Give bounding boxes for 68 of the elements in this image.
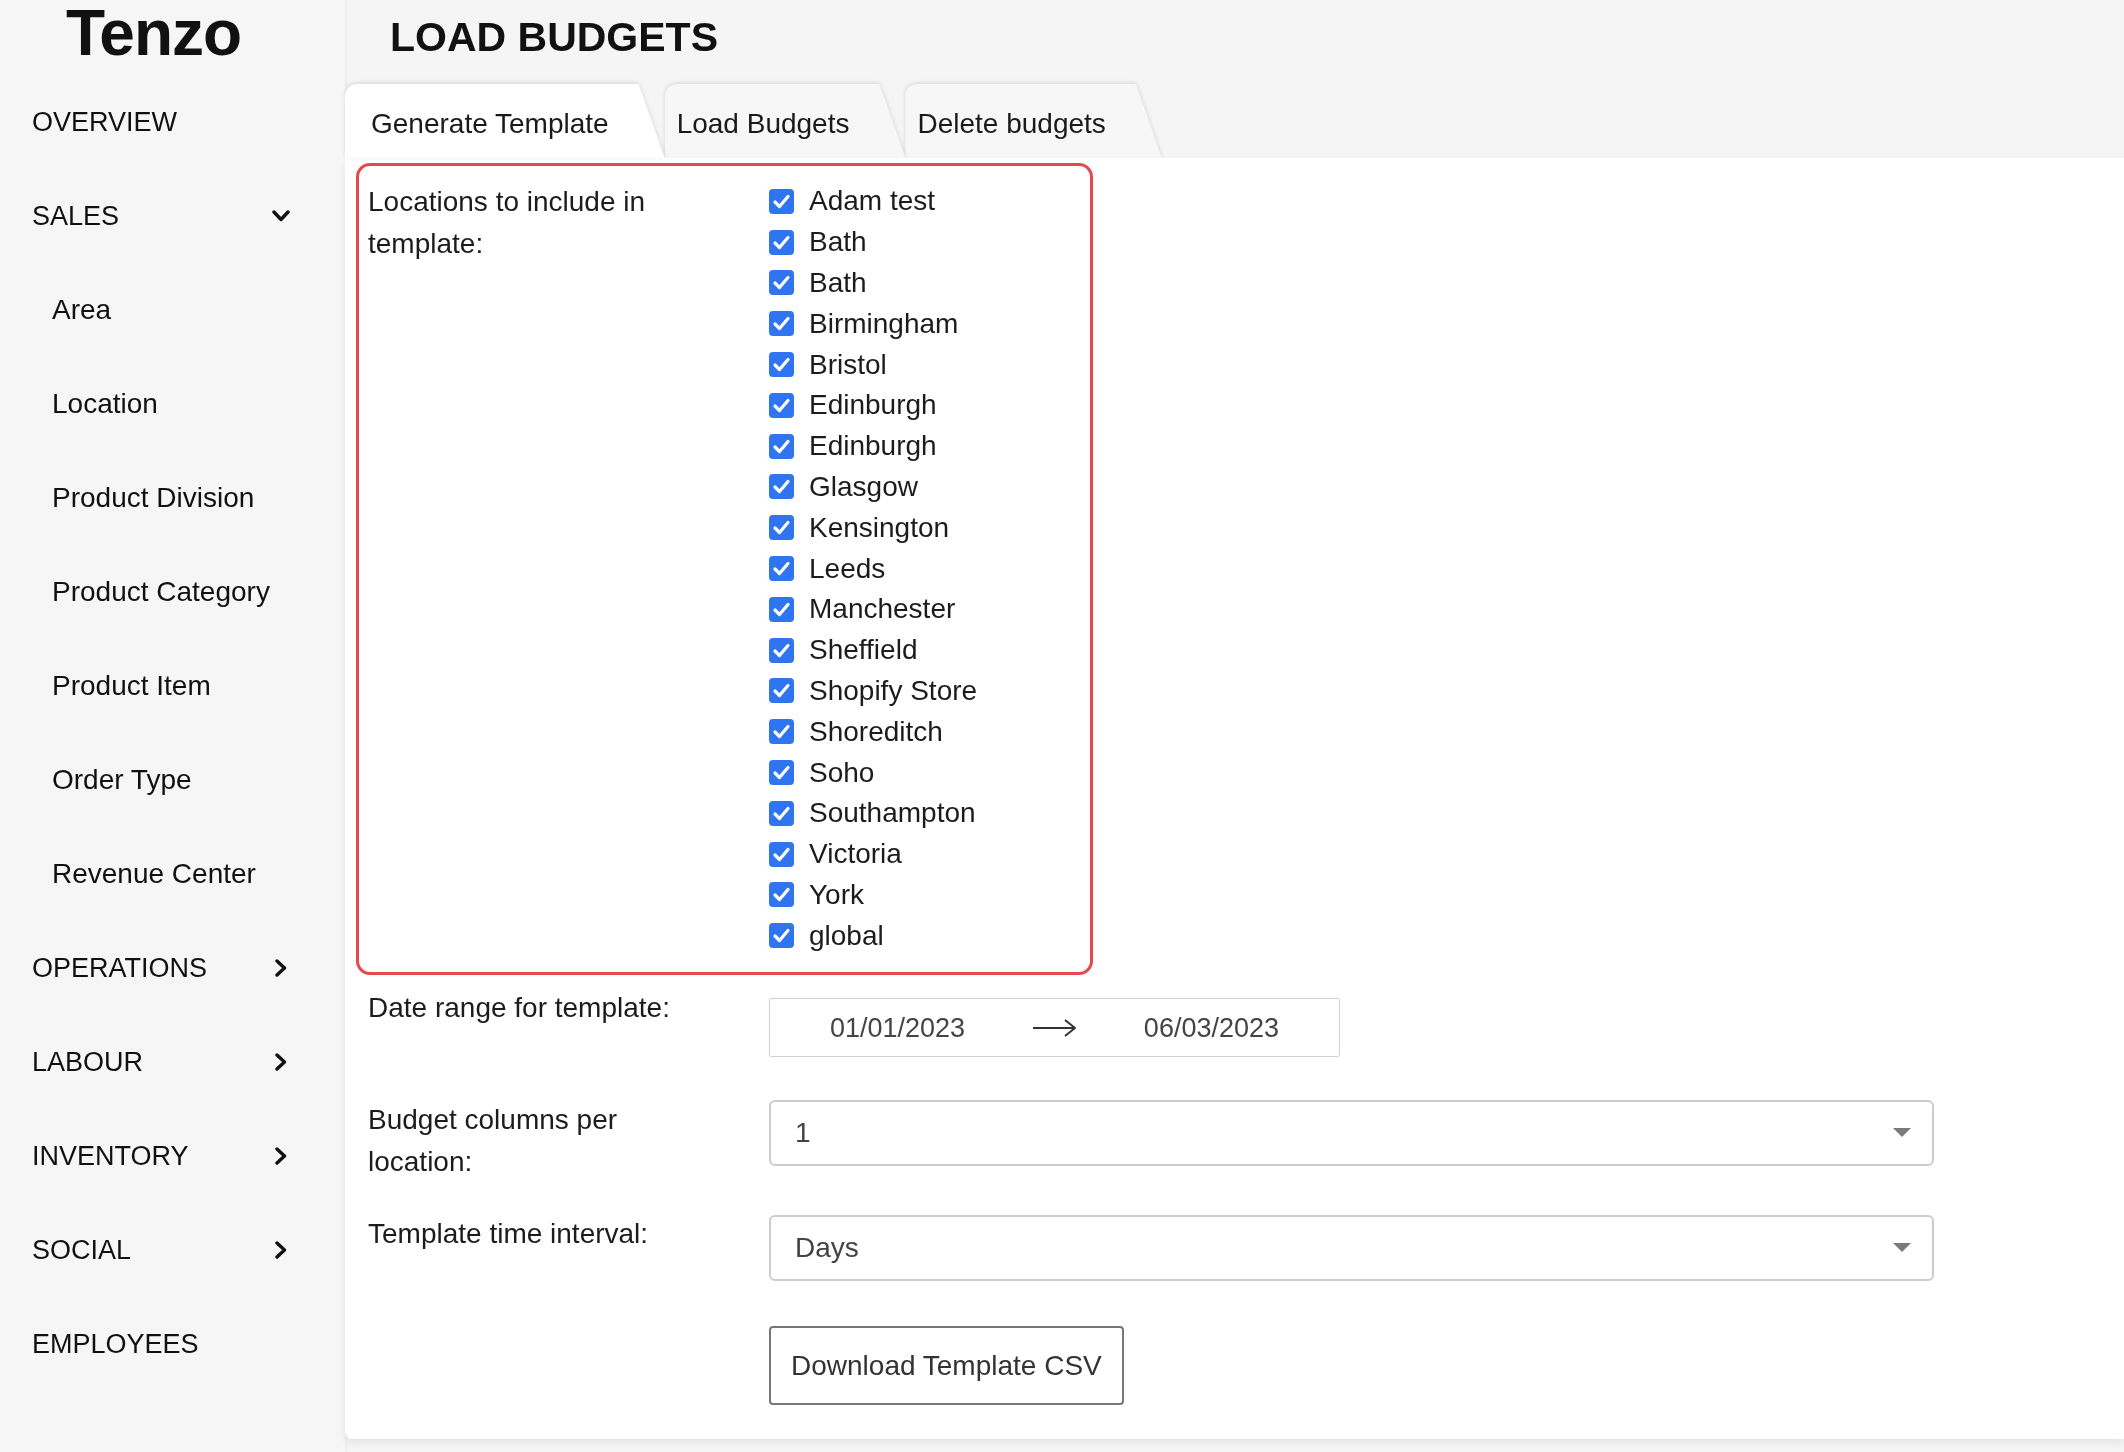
checkbox[interactable] bbox=[769, 270, 794, 296]
field-label: Template time interval: bbox=[368, 1217, 650, 1252]
nav-subitem[interactable]: Order Type bbox=[52, 763, 192, 797]
checkbox-label[interactable]: Kensington bbox=[809, 510, 950, 545]
checkbox[interactable] bbox=[769, 678, 794, 704]
checkbox[interactable] bbox=[769, 433, 794, 459]
checkbox[interactable] bbox=[769, 556, 794, 582]
nav-subitem[interactable]: Product Item bbox=[52, 669, 211, 703]
nav-item[interactable]: OVERVIEW bbox=[32, 105, 178, 139]
field-label: Locations to include in template: bbox=[368, 185, 647, 261]
checkbox[interactable] bbox=[769, 311, 794, 337]
checkbox[interactable] bbox=[769, 882, 794, 908]
checkbox-label[interactable]: Manchester bbox=[809, 592, 956, 627]
checkbox-label[interactable]: Soho bbox=[809, 755, 875, 790]
checkbox-label[interactable]: Bath bbox=[809, 225, 867, 260]
field-label: Budget columns per location: bbox=[368, 1103, 619, 1180]
arrow-right-icon bbox=[1032, 1017, 1077, 1038]
nav-item[interactable]: EMPLOYEES bbox=[32, 1327, 199, 1361]
checkbox-label[interactable]: global bbox=[809, 918, 884, 953]
dropdown-caret-icon bbox=[1893, 1243, 1911, 1254]
checkbox[interactable] bbox=[769, 188, 794, 214]
checkbox[interactable] bbox=[769, 474, 794, 500]
checkbox[interactable] bbox=[769, 515, 794, 541]
checkbox[interactable] bbox=[769, 923, 794, 949]
nav-subitem[interactable]: Product Category bbox=[52, 575, 270, 609]
checkbox[interactable] bbox=[769, 352, 794, 378]
field-label: Date range for template: bbox=[368, 991, 671, 1026]
nav-group-item[interactable]: OPERATIONS bbox=[32, 951, 290, 985]
nav-group-item[interactable]: SALES bbox=[32, 199, 290, 233]
nav-subitem[interactable]: Revenue Center bbox=[52, 857, 256, 891]
page-title: LOAD BUDGETS bbox=[390, 13, 719, 61]
checkbox-label[interactable]: Edinburgh bbox=[809, 388, 937, 423]
nav-group-item[interactable]: LABOUR bbox=[32, 1045, 290, 1079]
checkbox-label[interactable]: York bbox=[809, 877, 864, 912]
date-range-field[interactable]: 01/01/2023 06/03/2023 bbox=[769, 998, 1340, 1058]
select-field[interactable]: Days bbox=[769, 1215, 1934, 1282]
checkbox-label[interactable]: Shopify Store bbox=[809, 673, 978, 708]
checkbox-label[interactable]: Adam test bbox=[809, 184, 936, 219]
checkbox[interactable] bbox=[769, 800, 794, 826]
checkbox-label[interactable]: Glasgow bbox=[809, 469, 918, 504]
checkbox-label[interactable]: Southampton bbox=[809, 796, 976, 831]
checkbox[interactable] bbox=[769, 392, 794, 418]
checkbox[interactable] bbox=[769, 760, 794, 786]
end-date-input[interactable]: 06/03/2023 bbox=[1143, 1011, 1279, 1044]
checkbox-label[interactable]: Bath bbox=[809, 266, 867, 300]
checkbox[interactable] bbox=[769, 719, 794, 745]
checkbox[interactable] bbox=[769, 596, 794, 622]
logo: Tenzo bbox=[66, 0, 242, 66]
nav-subitem[interactable]: Area bbox=[52, 293, 112, 327]
select-field[interactable]: 1 bbox=[769, 1100, 1934, 1167]
nav-group-item[interactable]: INVENTORY bbox=[32, 1139, 290, 1173]
checkbox-label[interactable]: Bristol bbox=[809, 347, 887, 382]
tab[interactable]: Generate Template bbox=[345, 84, 665, 158]
nav-group-item[interactable]: SOCIAL bbox=[32, 1233, 290, 1267]
checkbox-label[interactable]: Shoreditch bbox=[809, 714, 943, 749]
checkbox-label[interactable]: Birmingham bbox=[809, 306, 959, 341]
checkbox-label[interactable]: Edinburgh bbox=[809, 429, 937, 464]
nav-subitem[interactable]: Product Division bbox=[52, 481, 255, 515]
start-date-input[interactable]: 01/01/2023 bbox=[830, 1011, 966, 1044]
checkbox[interactable] bbox=[769, 229, 794, 255]
nav-subitem[interactable]: Location bbox=[52, 387, 158, 421]
checkbox-label[interactable]: Leeds bbox=[809, 551, 886, 586]
checkbox[interactable] bbox=[769, 841, 794, 867]
checkbox[interactable] bbox=[769, 637, 794, 663]
checkbox-label[interactable]: Victoria bbox=[809, 837, 902, 872]
dropdown-caret-icon bbox=[1893, 1128, 1911, 1139]
download-button[interactable]: Download Template CSV bbox=[769, 1326, 1124, 1406]
checkbox-label[interactable]: Sheffield bbox=[809, 633, 918, 668]
